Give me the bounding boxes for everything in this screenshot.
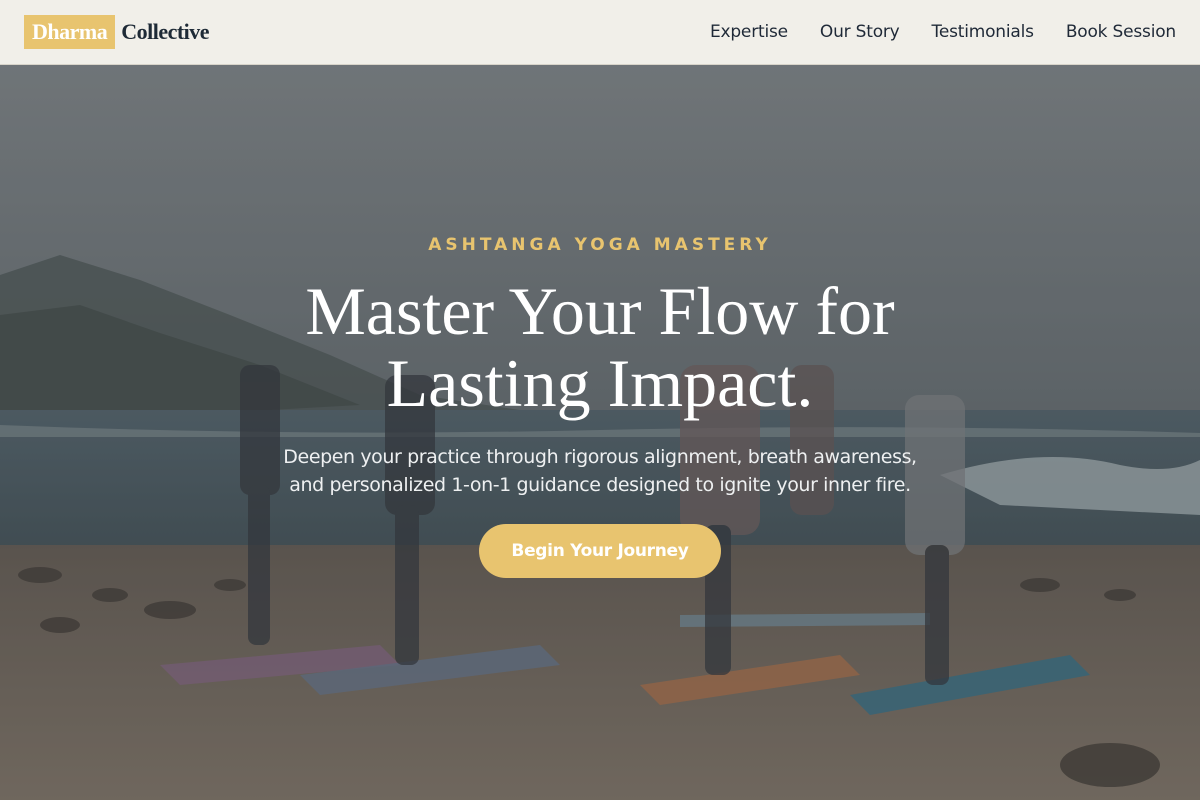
main-nav: Expertise Our Story Testimonials Book Se… xyxy=(710,22,1176,42)
hero-headline-line2: Lasting Impact. xyxy=(386,345,814,421)
nav-item-expertise[interactable]: Expertise xyxy=(710,22,788,42)
begin-journey-button[interactable]: Begin Your Journey xyxy=(479,524,721,578)
hero-section: ASHTANGA YOGA MASTERY Master Your Flow f… xyxy=(0,65,1200,800)
nav-item-our-story[interactable]: Our Story xyxy=(820,22,900,42)
hero-subtitle-line1: Deepen your practice through rigorous al… xyxy=(283,446,917,468)
hero-eyebrow: ASHTANGA YOGA MASTERY xyxy=(428,235,772,255)
nav-item-book-session[interactable]: Book Session xyxy=(1066,22,1176,42)
hero-headline: Master Your Flow for Lasting Impact. xyxy=(0,275,1200,419)
hero-headline-line1: Master Your Flow for xyxy=(305,273,895,349)
brand-logo-highlight: Dharma xyxy=(24,15,116,49)
brand-logo-text: Collective xyxy=(121,19,210,44)
hero-subtitle-line2: and personalized 1-on-1 guidance designe… xyxy=(289,474,911,496)
nav-item-testimonials[interactable]: Testimonials xyxy=(932,22,1034,42)
hero-subtitle: Deepen your practice through rigorous al… xyxy=(0,443,1200,499)
hero-content: ASHTANGA YOGA MASTERY Master Your Flow f… xyxy=(0,65,1200,800)
brand-logo[interactable]: Dharma Collective xyxy=(24,15,210,49)
site-header: Dharma Collective Expertise Our Story Te… xyxy=(0,0,1200,65)
